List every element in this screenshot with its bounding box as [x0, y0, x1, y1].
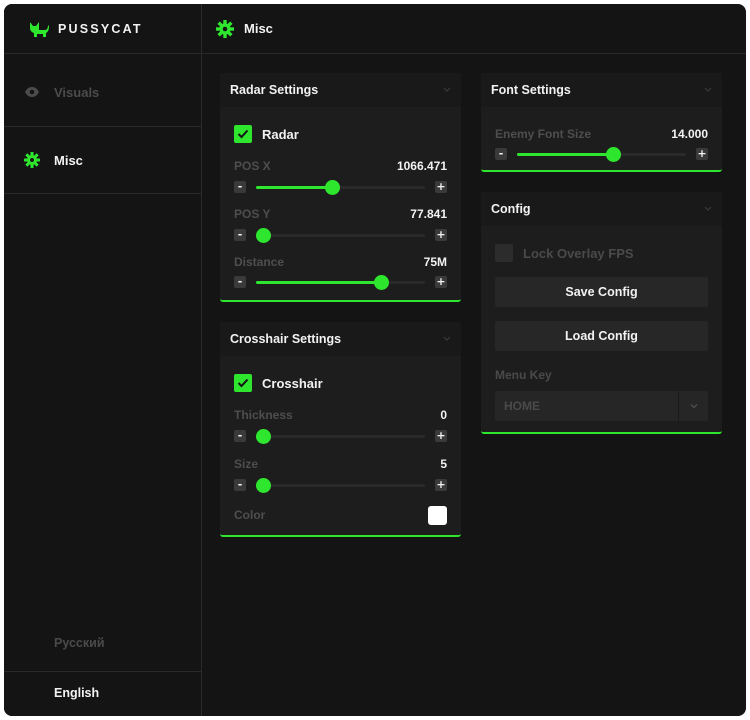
sidebar-item-label: Visuals: [54, 84, 100, 100]
slider-track[interactable]: [255, 429, 425, 444]
slider-label: Thickness: [234, 408, 293, 422]
sidebar: PUSSYCAT Visuals Misc Русский English: [4, 4, 202, 716]
chevron-down-icon[interactable]: [678, 391, 708, 421]
slider-value: 14.000: [671, 127, 708, 141]
size-slider[interactable]: - +: [234, 478, 447, 493]
slider-value: 77.841: [410, 207, 447, 221]
decrement-button[interactable]: -: [234, 430, 246, 442]
decrement-button[interactable]: -: [234, 276, 246, 288]
slider-fill: [256, 186, 333, 189]
increment-button[interactable]: +: [696, 148, 708, 160]
enemy-font-size-slider[interactable]: - +: [495, 147, 708, 162]
increment-button[interactable]: +: [435, 229, 447, 241]
gear-icon: [216, 19, 234, 38]
increment-button[interactable]: +: [435, 479, 447, 491]
page-title: Misc: [244, 21, 273, 36]
slider-label: Distance: [234, 255, 285, 269]
font-settings-panel: Font Settings Enemy Font Size 14.000 - +: [481, 73, 722, 172]
increment-button[interactable]: +: [435, 276, 447, 288]
eye-icon: [24, 84, 40, 100]
checkbox-label: Crosshair: [262, 375, 323, 391]
increment-button[interactable]: +: [435, 181, 447, 193]
pos-x-slider[interactable]: - +: [234, 180, 447, 195]
lock-overlay-fps-toggle[interactable]: Lock Overlay FPS: [495, 244, 634, 262]
slider-handle[interactable]: [255, 429, 271, 444]
slider-handle[interactable]: [606, 147, 622, 162]
config-panel: Config Lock Overlay FPS Save Config Load…: [481, 192, 722, 434]
checkbox-label: Radar: [262, 126, 299, 142]
slider-track[interactable]: [255, 478, 425, 493]
gear-icon: [24, 152, 40, 168]
brand-name: PUSSYCAT: [58, 21, 143, 36]
slider-track[interactable]: [255, 228, 425, 243]
checkbox[interactable]: [495, 244, 513, 262]
sidebar-item-misc[interactable]: Misc: [4, 126, 202, 194]
distance-slider[interactable]: - +: [234, 275, 447, 290]
sidebar-item-label: Misc: [54, 152, 83, 168]
crosshair-settings-panel: Crosshair Settings Crosshair Thickness 0…: [220, 322, 461, 537]
decrement-button[interactable]: -: [234, 479, 246, 491]
menu-key-label: Menu Key: [495, 368, 552, 382]
slider-label: Enemy Font Size: [495, 127, 592, 141]
increment-button[interactable]: +: [435, 430, 447, 442]
chevron-down-icon: [443, 87, 451, 92]
slider-value: 1066.471: [396, 159, 447, 173]
logo: PUSSYCAT: [4, 4, 202, 54]
slider-label: POS X: [234, 159, 271, 173]
panel-title: Radar Settings: [230, 83, 319, 97]
slider-label: POS Y: [234, 207, 271, 221]
slider-handle[interactable]: [374, 275, 390, 290]
checkbox[interactable]: [234, 125, 252, 143]
slider-track[interactable]: [256, 180, 425, 195]
slider-value: 0: [440, 408, 447, 422]
slider-handle[interactable]: [325, 180, 341, 195]
language-russian[interactable]: Русский: [54, 636, 105, 650]
decrement-button[interactable]: -: [495, 148, 507, 160]
save-config-button[interactable]: Save Config: [495, 277, 708, 307]
pos-y-slider[interactable]: - +: [234, 228, 447, 243]
radar-settings-panel: Radar Settings Radar POS X 1066.471 - + …: [220, 73, 461, 302]
panel-header[interactable]: Config: [481, 192, 722, 226]
panel-title: Config: [491, 202, 531, 216]
divider: [4, 671, 202, 672]
chevron-down-icon: [704, 206, 712, 211]
panel-header[interactable]: Font Settings: [481, 73, 722, 107]
radar-toggle[interactable]: Radar: [234, 125, 299, 143]
slider-value: 5: [440, 457, 447, 471]
slider-fill: [256, 281, 382, 284]
panel-header[interactable]: Crosshair Settings: [220, 322, 461, 356]
slider-fill: [517, 153, 614, 156]
slider-value: 75M: [423, 255, 447, 269]
sidebar-item-visuals[interactable]: Visuals: [4, 58, 202, 126]
panel-title: Font Settings: [491, 83, 571, 97]
decrement-button[interactable]: -: [234, 181, 246, 193]
checkbox[interactable]: [234, 374, 252, 392]
panel-header[interactable]: Radar Settings: [220, 73, 461, 107]
select-value: HOME: [504, 399, 540, 413]
color-swatch[interactable]: [428, 506, 447, 525]
decrement-button[interactable]: -: [234, 229, 246, 241]
app-window: PUSSYCAT Visuals Misc Русский English Mi…: [4, 4, 746, 716]
color-label: Color: [234, 508, 266, 522]
page-header: Misc: [202, 4, 746, 54]
chevron-down-icon: [704, 87, 712, 92]
cat-icon: [30, 21, 49, 37]
slider-track[interactable]: [256, 275, 425, 290]
crosshair-toggle[interactable]: Crosshair: [234, 374, 323, 392]
load-config-button[interactable]: Load Config: [495, 321, 708, 351]
slider-handle[interactable]: [255, 228, 271, 243]
slider-handle[interactable]: [255, 478, 271, 493]
slider-label: Size: [234, 457, 259, 471]
checkbox-label: Lock Overlay FPS: [523, 245, 634, 261]
menu-key-select[interactable]: HOME: [495, 391, 708, 421]
slider-track[interactable]: [517, 147, 686, 162]
language-english[interactable]: English: [54, 686, 99, 700]
panel-title: Crosshair Settings: [230, 332, 342, 346]
chevron-down-icon: [443, 336, 451, 341]
thickness-slider[interactable]: - +: [234, 429, 447, 444]
